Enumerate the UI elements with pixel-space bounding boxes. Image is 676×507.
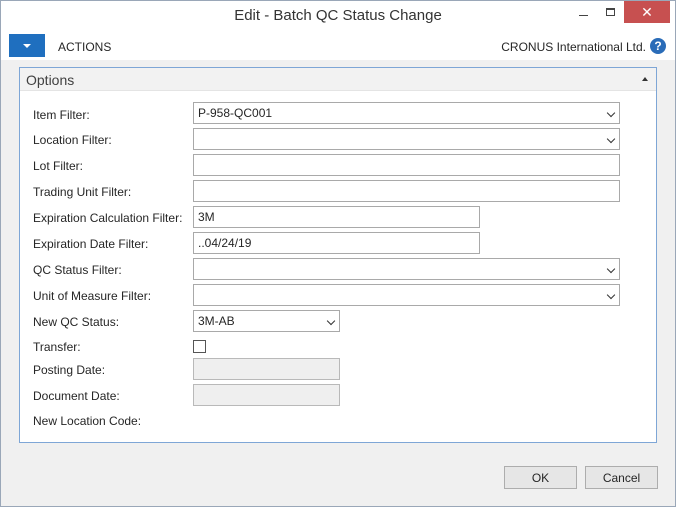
transfer-checkbox[interactable]: [193, 340, 206, 353]
trading-unit-filter-field[interactable]: [193, 180, 620, 202]
cancel-button[interactable]: Cancel: [585, 466, 658, 489]
expiration-calc-filter-label: Expiration Calculation Filter:: [33, 211, 183, 225]
expiration-date-filter-value: ..04/24/19: [198, 236, 252, 250]
chevron-down-icon[interactable]: [606, 264, 616, 274]
expiration-date-filter-field[interactable]: ..04/24/19: [193, 232, 480, 254]
chevron-down-icon[interactable]: [606, 108, 616, 118]
chevron-down-icon[interactable]: [606, 290, 616, 300]
new-qc-status-value: 3M-AB: [198, 314, 235, 328]
minimize-button[interactable]: [570, 1, 597, 23]
title-bar: Edit - Batch QC Status Change ✕: [1, 1, 675, 32]
expiration-calc-filter-value: 3M: [198, 210, 215, 224]
transfer-label: Transfer:: [33, 340, 81, 354]
new-qc-status-select[interactable]: 3M-AB: [193, 310, 340, 332]
trading-unit-filter-label: Trading Unit Filter:: [33, 185, 132, 199]
action-bar: ACTIONS CRONUS International Ltd. ?: [1, 32, 675, 60]
maximize-button[interactable]: [597, 1, 624, 23]
lot-filter-field[interactable]: [193, 154, 620, 176]
options-header[interactable]: Options: [20, 68, 656, 91]
item-filter-value: P-958-QC001: [198, 106, 273, 120]
expiration-calc-filter-field[interactable]: 3M: [193, 206, 480, 228]
document-date-field: [193, 384, 340, 406]
document-date-label: Document Date:: [33, 389, 120, 403]
new-qc-status-label: New QC Status:: [33, 315, 120, 329]
item-filter-field[interactable]: P-958-QC001: [193, 102, 620, 124]
uom-filter-field[interactable]: [193, 284, 620, 306]
help-icon[interactable]: ?: [650, 38, 666, 54]
chevron-down-icon[interactable]: [326, 316, 336, 326]
item-filter-label: Item Filter:: [33, 108, 90, 122]
minimize-icon: [579, 14, 588, 16]
actions-menu-button[interactable]: [9, 34, 45, 57]
collapse-icon[interactable]: [642, 77, 648, 81]
posting-date-field: [193, 358, 340, 380]
location-filter-label: Location Filter:: [33, 133, 112, 147]
qc-status-filter-label: QC Status Filter:: [33, 263, 122, 277]
expiration-date-filter-label: Expiration Date Filter:: [33, 237, 149, 251]
uom-filter-label: Unit of Measure Filter:: [33, 289, 152, 303]
close-icon: ✕: [641, 3, 653, 20]
ok-button[interactable]: OK: [504, 466, 577, 489]
close-button[interactable]: ✕: [624, 1, 670, 23]
maximize-icon: [606, 8, 615, 16]
new-location-code-label: New Location Code:: [33, 414, 142, 428]
posting-date-label: Posting Date:: [33, 363, 106, 377]
options-fasttab: Options Item Filter: P-958-QC001 Locatio…: [19, 67, 657, 443]
chevron-down-icon[interactable]: [606, 134, 616, 144]
chevron-down-icon: [23, 43, 31, 48]
company-name: CRONUS International Ltd.: [501, 40, 646, 54]
actions-tab[interactable]: ACTIONS: [58, 40, 111, 54]
options-title: Options: [26, 72, 75, 88]
lot-filter-label: Lot Filter:: [33, 159, 84, 173]
location-filter-field[interactable]: [193, 128, 620, 150]
qc-status-filter-field[interactable]: [193, 258, 620, 280]
